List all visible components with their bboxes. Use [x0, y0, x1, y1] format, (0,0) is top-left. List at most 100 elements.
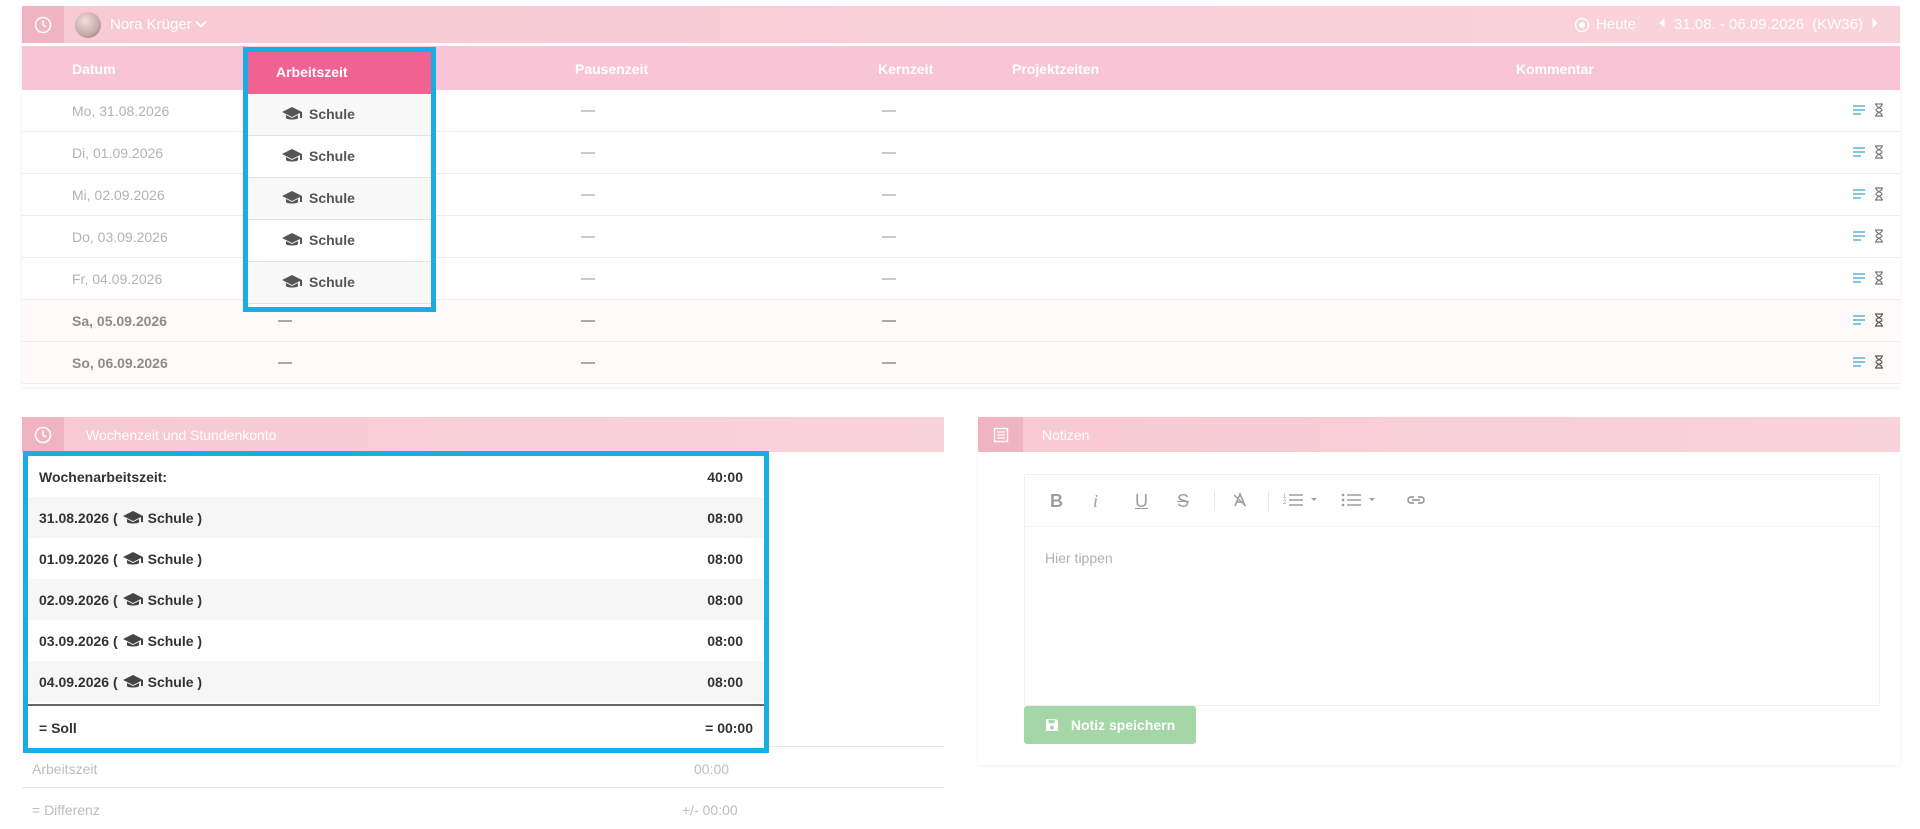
arbeitszeit-cell[interactable]: Schule — [248, 262, 431, 304]
bullet-list-icon[interactable] — [1341, 491, 1377, 514]
pausenzeit-empty — [581, 320, 595, 322]
ordered-list-icon[interactable]: 12 — [1283, 491, 1319, 514]
weekly-summary-highlight: Wochenarbeitszeit: 40:00 31.08.2026 ( Sch… — [23, 451, 769, 753]
weekly-day-value: 08:00 — [707, 633, 743, 649]
column-header-pausenzeit[interactable]: Pausenzeit — [575, 61, 648, 77]
target-icon — [1574, 17, 1590, 32]
comment-icon[interactable] — [1852, 271, 1866, 290]
pausenzeit-empty — [581, 236, 595, 238]
weekly-day-date: 31.08.2026 ( — [39, 510, 118, 526]
column-header-kommentar[interactable]: Kommentar — [1516, 61, 1594, 77]
bold-icon[interactable]: B — [1050, 491, 1063, 512]
notes-text-area[interactable]: Hier tippen — [1045, 550, 1113, 566]
pausenzeit-empty — [581, 362, 595, 364]
soll-row: = Soll = 00:00 — [28, 704, 764, 748]
user-avatar[interactable] — [75, 12, 101, 38]
column-header-datum[interactable]: Datum — [72, 61, 116, 77]
arbeitszeit-cell[interactable]: Schule — [248, 178, 431, 220]
pausenzeit-empty — [581, 110, 595, 112]
clear-format-icon[interactable] — [1231, 491, 1249, 514]
pausenzeit-empty — [581, 194, 595, 196]
svg-text:2: 2 — [1283, 500, 1287, 506]
kernzeit-empty — [882, 152, 896, 154]
arbeitszeit-row-value: 00:00 — [694, 761, 730, 777]
arbeitszeit-row-label: Arbeitszeit — [32, 761, 98, 777]
row-date: Di, 01.09.2026 — [72, 145, 164, 161]
graduation-cap-icon — [282, 233, 302, 246]
floppy-disk-icon — [1045, 719, 1058, 731]
user-name[interactable]: Nora Krüger — [110, 16, 192, 33]
kernzeit-empty — [882, 236, 896, 238]
weekly-day-date: 02.09.2026 ( — [39, 592, 118, 608]
hourglass-icon[interactable] — [1874, 103, 1884, 122]
kernzeit-empty — [882, 320, 896, 322]
column-header-projektzeiten[interactable]: Projektzeiten — [1012, 61, 1099, 77]
weekly-day-row: 04.09.2026 (Schule ) 08:00 — [28, 661, 764, 702]
link-icon[interactable] — [1405, 491, 1427, 514]
arbeitszeit-cell[interactable]: Schule — [248, 136, 431, 178]
hourglass-icon[interactable] — [1874, 313, 1884, 332]
arbeitszeit-empty — [278, 362, 292, 364]
wochenarbeitszeit-row: Wochenarbeitszeit: 40:00 — [28, 456, 764, 497]
weekly-day-row: 03.09.2026 (Schule ) 08:00 — [28, 620, 764, 661]
column-header-kernzeit[interactable]: Kernzeit — [878, 61, 933, 77]
next-week-icon[interactable] — [1871, 16, 1879, 33]
pausenzeit-empty — [581, 152, 595, 154]
arbeitszeit-cell[interactable]: Schule — [248, 94, 431, 136]
hourglass-icon[interactable] — [1874, 271, 1884, 290]
weekly-panel-title: Wochenzeit und Stundenkonto — [86, 427, 277, 443]
kernzeit-empty — [882, 278, 896, 280]
hourglass-icon[interactable] — [1874, 187, 1884, 206]
kernzeit-empty — [882, 362, 896, 364]
graduation-cap-icon — [122, 511, 143, 524]
weekly-day-row: 31.08.2026 ( Schule ) 08:00 — [28, 497, 764, 538]
arbeitszeit-label: Schule — [309, 106, 355, 122]
weekly-day-row: 01.09.2026 (Schule ) 08:00 — [28, 538, 764, 579]
kernzeit-empty — [882, 194, 896, 196]
hourglass-icon[interactable] — [1874, 355, 1884, 374]
save-note-label: Notiz speichern — [1070, 717, 1176, 733]
pausenzeit-empty — [581, 278, 595, 280]
comment-icon[interactable] — [1852, 313, 1866, 332]
graduation-cap-icon — [282, 191, 302, 204]
comment-icon[interactable] — [1852, 145, 1866, 164]
weekly-day-type: Schule ) — [147, 674, 203, 690]
comment-icon[interactable] — [1852, 355, 1866, 374]
soll-value: = 00:00 — [705, 720, 753, 736]
notes-panel-title: Notizen — [1042, 427, 1090, 443]
weekly-day-date: 03.09.2026 ( — [39, 633, 118, 649]
weekly-day-type: Schule ) — [147, 510, 203, 526]
italic-icon[interactable]: i — [1093, 491, 1098, 512]
save-note-button[interactable]: Notiz speichern — [1024, 706, 1196, 744]
arbeitszeit-column-highlight: Arbeitszeit Schule Schule Schule Schule … — [243, 47, 436, 312]
toolbar-divider — [1214, 491, 1215, 511]
comment-icon[interactable] — [1852, 187, 1866, 206]
hourglass-icon[interactable] — [1874, 145, 1884, 164]
weekly-day-row: 02.09.2026 (Schule ) 08:00 — [28, 579, 764, 620]
graduation-cap-icon — [282, 275, 302, 288]
notes-panel: Notizen B i U S 12 Hier tippen Notiz spe… — [978, 417, 1900, 765]
table-row[interactable]: So, 06.09.2026 — [22, 342, 1900, 384]
weekly-day-date: 01.09.2026 ( — [39, 551, 118, 567]
graduation-cap-icon — [122, 552, 143, 565]
kernzeit-empty — [882, 110, 896, 112]
weekly-panel-header: Wochenzeit und Stundenkonto — [22, 417, 944, 452]
differenz-value: +/- 00:00 — [682, 802, 738, 818]
soll-label: = Soll — [39, 720, 77, 736]
arbeitszeit-label: Schule — [309, 232, 355, 248]
timesheet-topbar: Nora Krüger Heute 31.08. - 06.09.2026 (K… — [22, 6, 1900, 43]
weekly-day-value: 08:00 — [707, 551, 743, 567]
chevron-down-icon[interactable] — [194, 17, 208, 36]
row-date: Do, 03.09.2026 — [72, 229, 168, 245]
arbeitszeit-cell[interactable]: Schule — [248, 220, 431, 262]
comment-icon[interactable] — [1852, 103, 1866, 122]
weekly-day-value: 08:00 — [707, 510, 743, 526]
strikethrough-icon[interactable]: S — [1177, 491, 1189, 512]
column-header-arbeitszeit[interactable]: Arbeitszeit — [248, 52, 431, 94]
today-button[interactable]: Heute — [1574, 16, 1636, 33]
comment-icon[interactable] — [1852, 229, 1866, 248]
prev-week-icon[interactable] — [1658, 16, 1666, 33]
hourglass-icon[interactable] — [1874, 229, 1884, 248]
graduation-cap-icon — [122, 675, 143, 688]
underline-icon[interactable]: U — [1135, 491, 1148, 512]
